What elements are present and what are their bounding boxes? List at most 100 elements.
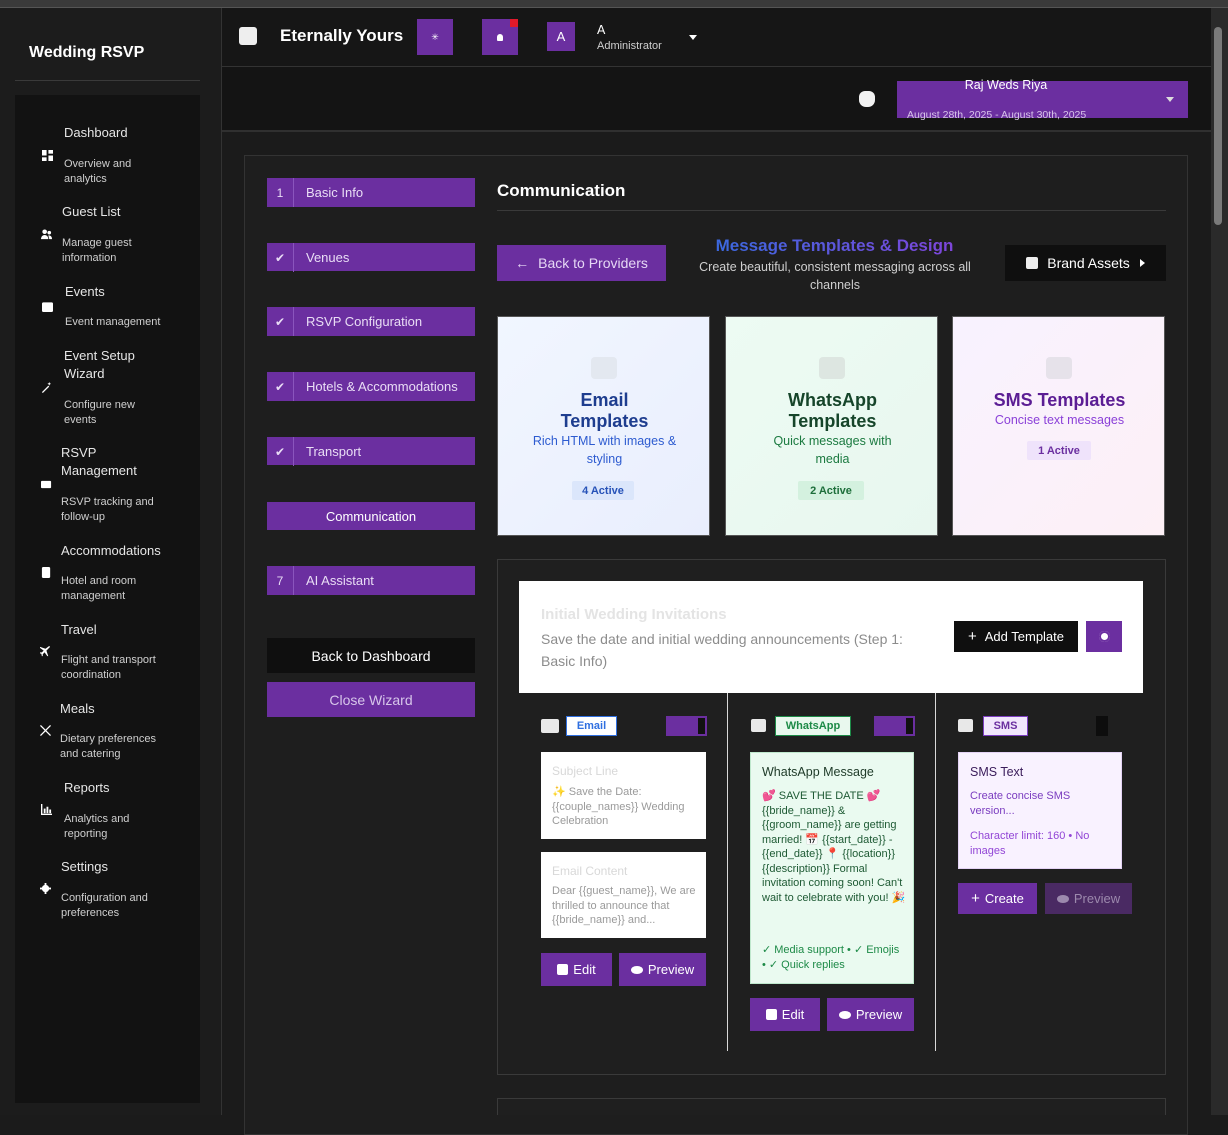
back-to-dashboard-button[interactable]: Back to Dashboard <box>267 638 475 673</box>
field-value: Create concise SMS version... <box>970 790 1071 817</box>
button-label: Brand Assets <box>1047 255 1130 271</box>
card-desc: Quick messages with media <box>773 434 892 466</box>
sms-preview-button[interactable]: Preview <box>1045 883 1132 914</box>
message-icon <box>1046 357 1072 379</box>
card-desc: Concise text messages <box>994 413 1125 427</box>
button-label: Edit <box>573 962 596 977</box>
step-label: RSVP Configuration <box>306 314 423 329</box>
email-content-field[interactable]: Email Content Dear {{guest_name}}, We ar… <box>541 852 706 938</box>
step-transport[interactable]: ✔ Transport <box>267 437 475 466</box>
step-basic-info[interactable]: 1 Basic Info <box>267 178 475 207</box>
card-title: Email Templates <box>560 390 649 431</box>
email-edit-button[interactable]: Edit <box>541 953 612 986</box>
sidebar-item-label: Accommodations <box>61 543 161 558</box>
calendar-icon <box>41 300 53 312</box>
event-name: Raj Weds Riya <box>964 78 1048 92</box>
app-brand: Wedding RSVP <box>29 44 145 61</box>
close-wizard-button[interactable]: Close Wizard <box>267 682 475 717</box>
step-label: Transport <box>306 444 362 459</box>
button-label: Add Template <box>984 629 1065 644</box>
whatsapp-templates-card[interactable]: WhatsApp Templates Quick messages with m… <box>725 316 938 536</box>
sms-text-box[interactable]: SMS Text Create concise SMS version... C… <box>958 752 1122 869</box>
utensils-icon <box>39 724 51 736</box>
step-label: Hotels & Accommodations <box>306 379 458 394</box>
mail-icon <box>541 719 559 733</box>
sidebar-item-label: Reports <box>64 780 110 795</box>
section-title: Communication <box>497 181 626 200</box>
add-template-button[interactable]: + Add Template <box>954 621 1078 652</box>
email-templates-card[interactable]: Email Templates Rich HTML with images & … <box>497 316 710 536</box>
button-label: Create <box>984 891 1024 906</box>
sidebar-item-label: Guest List <box>62 204 121 219</box>
step-rsvp-configuration[interactable]: ✔ RSVP Configuration <box>267 307 475 336</box>
email-preview-button[interactable]: Preview <box>619 953 706 986</box>
field-label: Email Content <box>552 864 628 878</box>
gear-icon <box>1098 631 1110 642</box>
sidebar-item-desc: Manage guest information <box>62 237 132 264</box>
next-category-panel <box>497 1098 1166 1115</box>
mail-icon <box>591 357 617 379</box>
magic-wand-icon <box>40 381 52 393</box>
step-hotels-accommodations[interactable]: ✔ Hotels & Accommodations <box>267 372 475 401</box>
sms-toggle[interactable] <box>1096 716 1108 736</box>
step-ai-assistant[interactable]: 7 AI Assistant <box>267 566 475 595</box>
sidebar-item-desc: Analytics and reporting <box>64 813 130 840</box>
email-toggle[interactable] <box>666 716 707 736</box>
whatsapp-preview-button[interactable]: Preview <box>827 998 914 1031</box>
scrollbar-thumb[interactable] <box>1214 27 1222 225</box>
check-icon: ✔ <box>267 372 294 401</box>
category-desc: Save the date and initial wedding announ… <box>541 631 903 669</box>
user-menu-chevron-icon[interactable] <box>689 35 697 40</box>
gear-icon <box>39 882 51 894</box>
feature-list: ✓ Media support • ✓ Emojis • ✓ Quick rep… <box>762 944 900 971</box>
sidebar-item-desc: RSVP tracking and follow-up <box>61 496 154 523</box>
notifications-button[interactable] <box>482 19 518 55</box>
plane-icon <box>39 645 51 657</box>
field-label: SMS Text <box>970 765 1024 779</box>
envelope-icon <box>40 478 52 490</box>
step-label: Communication <box>325 509 417 524</box>
button-label: Back to Providers <box>538 255 648 271</box>
plus-icon: + <box>967 628 977 645</box>
whatsapp-toggle[interactable] <box>874 716 915 736</box>
brand-assets-button[interactable]: Brand Assets <box>1005 245 1166 281</box>
check-icon: ✔ <box>267 437 294 466</box>
edit-icon <box>557 964 569 975</box>
sms-create-button[interactable]: + Create <box>958 883 1037 914</box>
button-label: Preview <box>647 962 695 977</box>
event-selector[interactable]: Raj Weds Riya August 28th, 2025 - August… <box>897 78 1188 121</box>
button-label: Preview <box>1073 891 1121 906</box>
category-title: Initial Wedding Invitations <box>541 606 727 623</box>
eye-icon <box>838 1010 851 1019</box>
sidebar-item-desc: Configuration and preferences <box>61 892 148 919</box>
bell-icon <box>497 33 503 41</box>
sidebar-item-desc: Hotel and room management <box>61 575 137 602</box>
button-label: Edit <box>781 1007 805 1022</box>
chat-icon <box>819 357 845 379</box>
app-title: Eternally Yours <box>280 26 404 45</box>
category-settings-button[interactable] <box>1086 621 1122 652</box>
back-to-providers-button[interactable]: ← Back to Providers <box>497 245 666 281</box>
category-header: Initial Wedding Invitations Save the dat… <box>519 581 1143 693</box>
divider <box>15 80 200 81</box>
email-tag: Email <box>566 716 617 736</box>
step-communication[interactable]: Communication <box>267 502 475 530</box>
sidebar-item-desc: Overview and analytics <box>64 158 132 185</box>
whatsapp-edit-button[interactable]: Edit <box>750 998 820 1031</box>
theme-toggle-button[interactable]: ✳ <box>417 19 453 55</box>
step-venues[interactable]: ✔ Venues <box>267 243 475 272</box>
whatsapp-message-box[interactable]: WhatsApp Message 💕 SAVE THE DATE 💕 {{bri… <box>750 752 914 984</box>
sms-templates-card[interactable]: SMS Templates Concise text messages 1 Ac… <box>952 316 1165 536</box>
templates-title: Message Templates & Design <box>672 236 997 256</box>
field-label: Subject Line <box>552 764 619 778</box>
email-subject-field[interactable]: Subject Line ✨ Save the Date: {{couple_n… <box>541 752 706 839</box>
sidebar-item-label: Settings <box>61 859 108 874</box>
sidebar-item-desc: Configure new events <box>64 399 135 426</box>
check-icon: ✔ <box>267 243 294 272</box>
sidebar-item-label: RSVP Management <box>61 445 137 478</box>
step-number: 1 <box>267 178 294 207</box>
step-label: Basic Info <box>306 185 364 200</box>
notification-dot <box>510 19 518 27</box>
avatar[interactable]: A <box>547 22 575 51</box>
column-divider <box>727 693 728 1051</box>
